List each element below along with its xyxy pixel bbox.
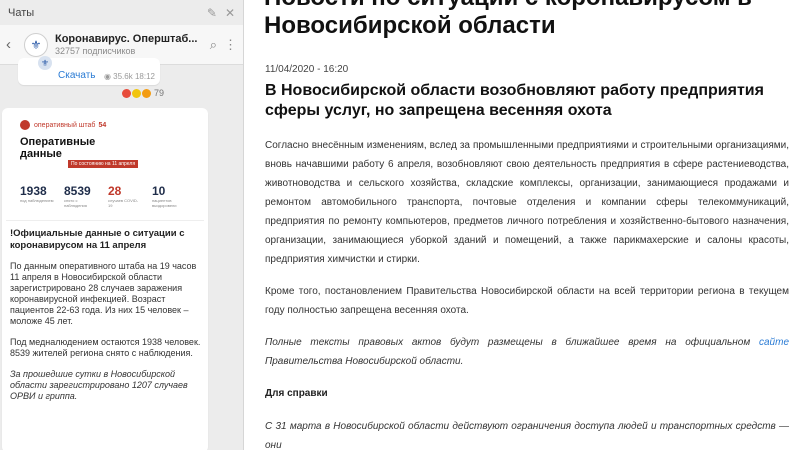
article-paragraph: Кроме того, постановлением Правительства… — [265, 286, 789, 316]
page-title: Новости по ситуации с коронавирусом в Но… — [264, 0, 752, 40]
message-paragraph: Под медналюдением остаются 1938 человек.… — [10, 337, 201, 358]
message-paragraph: По данным оперативного штаба на 19 часов… — [10, 261, 197, 326]
chats-label: Чаты — [8, 6, 35, 19]
chats-topbar: Чаты ✎ ✕ — [0, 0, 243, 25]
site-link[interactable]: сайте — [759, 337, 789, 348]
shtab-brand-number: 54 — [98, 121, 107, 129]
stat-value: 1938 — [20, 184, 47, 198]
article-paragraph: Полные тексты правовых актов будут разме… — [265, 333, 789, 371]
stat-value: 28 — [108, 184, 122, 198]
stat-label: случаев COVID-19 — [108, 198, 139, 208]
reactions-count: 79 — [154, 88, 165, 98]
article-title: В Новосибирской области возобновляют раб… — [265, 82, 764, 119]
stat-value: 8539 — [64, 184, 91, 198]
stat-recovered: 10 пациентов выздоровели — [152, 184, 186, 208]
telegram-panel: Чаты ✎ ✕ ‹ ⚜ Коронавирус. Оперштаб... 32… — [0, 0, 244, 450]
card-title: Оперативные данные — [20, 136, 95, 160]
heart-reaction-icon — [122, 88, 131, 98]
article-paragraph: С 31 марта в Новосибирской области дейст… — [265, 421, 789, 450]
stat-observation: 1938 под наблюдением — [20, 184, 54, 208]
card-date-badge: По состоянию на 11 апреля — [68, 160, 139, 168]
card-stats: 1938 под наблюдением 8539 снято с наблюд… — [20, 184, 196, 208]
card-title-line2: данные — [20, 148, 62, 160]
chat-avatar[interactable]: ⚜ — [24, 32, 48, 57]
stat-value: 10 — [152, 184, 166, 198]
stat-cases: 28 случаев COVID-19 — [108, 184, 142, 208]
message-meta: ◉ 35.6k 18:12 — [104, 72, 155, 81]
message-paragraph: За прошедшие сутки в Новосибирской облас… — [10, 369, 188, 401]
stat-label: пациентов выздоровели — [152, 198, 177, 208]
message-time: 18:12 — [134, 72, 155, 81]
message-headline: !Официальные данные о ситуации с коронав… — [10, 228, 185, 251]
thumbs-up-reaction-icon — [142, 88, 151, 98]
chat-info[interactable]: Коронавирус. Оперштаб... 32757 подписчик… — [55, 33, 203, 56]
article-text: Полные тексты правовых актов будут разме… — [265, 337, 759, 348]
back-arrow-icon[interactable]: ‹ — [6, 36, 20, 53]
stat-removed: 8539 снято с наблюдения — [64, 184, 98, 208]
main-message: оперативный штаб 54 Оперативные данные П… — [2, 108, 208, 450]
close-icon[interactable]: ✕ — [225, 6, 235, 20]
stat-label: под наблюдением — [20, 198, 54, 203]
shtab-brand: оперативный штаб 54 — [20, 120, 106, 130]
virus-icon — [20, 120, 30, 130]
message-text: !Официальные данные о ситуации с коронав… — [10, 228, 204, 412]
chat-subscribers: 32757 подписчиков — [55, 46, 136, 56]
news-article: Новости по ситуации с коронавирусом в Но… — [246, 0, 800, 450]
page-title-line2: Новосибирской области — [264, 12, 556, 39]
stat-label: снято с наблюдения — [64, 198, 87, 208]
reactions[interactable]: 79 — [122, 88, 164, 98]
article-datetime: 11/04/2020 - 16:20 — [265, 64, 349, 75]
card-title-line1: Оперативные — [20, 136, 96, 148]
shtab-brand-label: оперативный штаб — [34, 121, 96, 129]
message-views: 35.6k — [113, 72, 133, 81]
article-text: Правительства Новосибирской области. — [265, 356, 464, 367]
article-body: Согласно внесённым изменениям, вслед за … — [265, 136, 789, 450]
search-icon[interactable]: ⌕ — [210, 37, 217, 53]
operative-data-card[interactable]: оперативный штаб 54 Оперативные данные П… — [6, 112, 204, 221]
chat-name: Коронавирус. Оперштаб... — [55, 33, 198, 45]
page-title-line1: Новости по ситуации с коронавирусом в — [264, 0, 752, 12]
article-paragraph: Согласно внесённым изменениям, вслед за … — [265, 140, 789, 265]
pencil-icon[interactable]: ✎ — [207, 6, 217, 20]
eye-icon: ◉ — [103, 72, 111, 81]
download-link[interactable]: Скачать — [58, 70, 96, 81]
reference-heading: Для справки — [265, 388, 328, 399]
previous-message: ⚜ Скачать ◉ 35.6k 18:12 — [18, 56, 160, 85]
more-icon[interactable]: ⋮ — [224, 37, 237, 53]
document-icon: ⚜ — [38, 56, 52, 70]
smile-reaction-icon — [132, 88, 141, 98]
